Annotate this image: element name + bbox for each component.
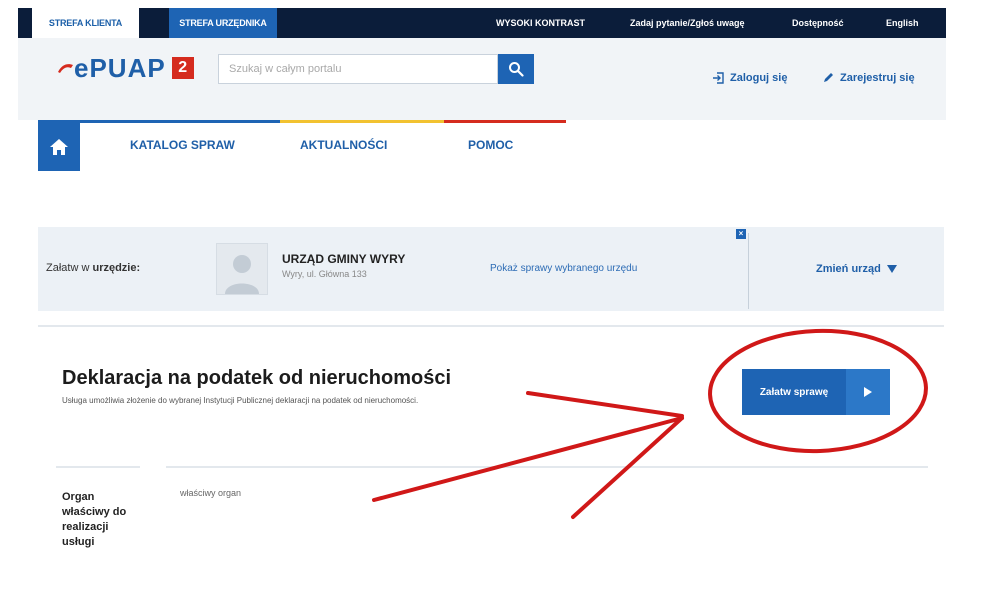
logo-badge: 2	[171, 57, 194, 79]
register-label: Zarejestruj się	[840, 72, 915, 84]
login-icon	[713, 72, 724, 84]
nav-colorbar-yellow	[280, 120, 444, 123]
accessibility-link[interactable]: Dostępność	[792, 8, 844, 38]
office-address: Wyry, ul. Główna 133	[282, 269, 367, 279]
nav-item-catalog[interactable]: KATALOG SPRAW	[130, 138, 235, 152]
person-placeholder-icon	[225, 255, 259, 294]
logo-text: ePUAP	[74, 53, 166, 83]
office-avatar	[216, 243, 268, 295]
arrow-line-upper	[526, 391, 684, 418]
nav-item-help[interactable]: POMOC	[468, 138, 513, 152]
selected-office-panel: Załatw w urzędzie: URZĄD GMINY WYRY Wyry…	[38, 227, 944, 311]
office-name: URZĄD GMINY WYRY	[282, 252, 406, 266]
nav-item-news[interactable]: AKTUALNOŚCI	[300, 138, 387, 152]
triangle-down-icon	[886, 265, 897, 273]
top-bar: STREFA KLIENTA STREFA URZĘDNIKA WYSOKI K…	[18, 8, 946, 38]
section-divider	[38, 325, 944, 327]
change-office-label: Zmień urząd	[816, 263, 881, 275]
nav-colorbar-red	[444, 120, 566, 123]
login-label: Zaloguj się	[730, 72, 788, 84]
ask-question-link[interactable]: Zadaj pytanie/Zgłoś uwagę	[630, 8, 745, 38]
header: ePUAP 2 Zaloguj się Zarejestruj się	[18, 38, 946, 120]
start-service-label: Załatw sprawę	[759, 386, 829, 398]
english-link[interactable]: English	[886, 8, 919, 38]
show-office-services-link[interactable]: Pokaż sprawy wybranego urzędu	[490, 263, 637, 274]
home-button[interactable]	[38, 123, 80, 171]
office-label: Załatw w urzędzie:	[46, 262, 141, 274]
start-service-button[interactable]: Załatw sprawę	[742, 369, 890, 415]
change-office-button[interactable]: Zmień urząd	[816, 263, 897, 275]
client-zone-tab[interactable]: STREFA KLIENTA	[32, 8, 139, 38]
search-button[interactable]	[498, 54, 534, 84]
officer-zone-tab[interactable]: STREFA URZĘDNIKA	[169, 8, 277, 38]
search-input[interactable]	[218, 54, 498, 84]
home-icon	[50, 139, 68, 155]
office-divider	[748, 233, 749, 309]
high-contrast-link[interactable]: WYSOKI KONTRAST	[496, 8, 585, 38]
close-icon[interactable]: ×	[736, 229, 746, 239]
login-link[interactable]: Zaloguj się	[712, 72, 787, 84]
register-link[interactable]: Zarejestruj się	[822, 72, 915, 84]
epuap-logo[interactable]: ePUAP 2	[56, 54, 194, 82]
search-icon	[509, 62, 524, 77]
arrow-line-lower	[372, 416, 684, 502]
service-title: Deklaracja na podatek od nieruchomości	[62, 367, 452, 389]
competent-authority-value: właściwy organ	[180, 488, 242, 498]
details-divider-right	[166, 466, 928, 468]
competent-authority-label: Organ właściwy do realizacji usługi	[62, 491, 127, 548]
logo-swoosh-icon	[58, 64, 73, 73]
pencil-icon	[824, 73, 833, 82]
service-description: Usługa umożliwia złożenie do wybranej In…	[62, 396, 419, 405]
play-arrow-icon	[846, 369, 890, 415]
details-divider-left	[56, 466, 140, 468]
